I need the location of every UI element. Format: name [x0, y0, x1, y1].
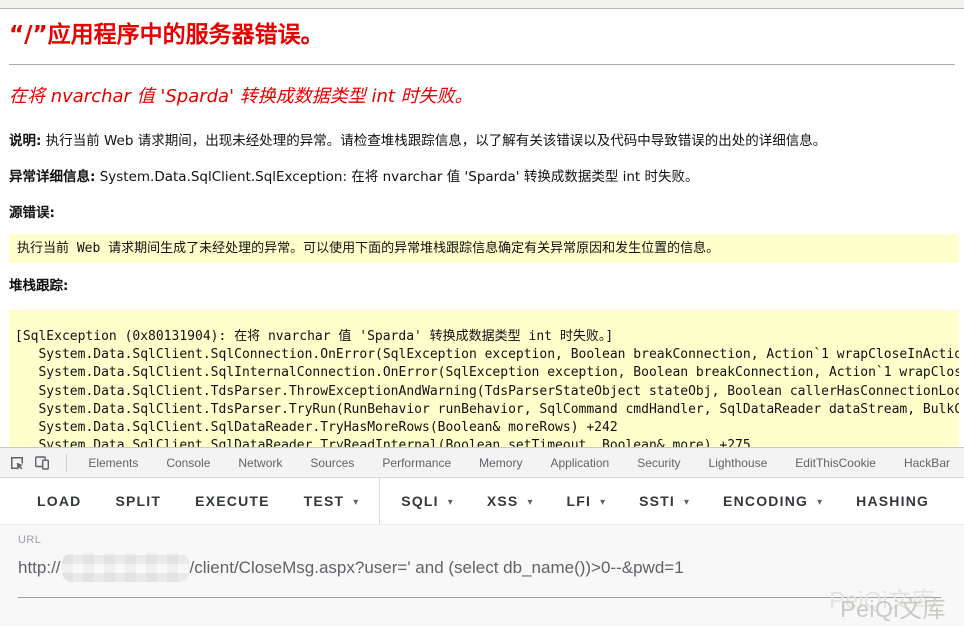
description-text: 执行当前 Web 请求期间，出现未经处理的异常。请检查堆栈跟踪信息，以了解有关该… [41, 133, 826, 149]
toolbar-separator [66, 454, 67, 472]
tab-application[interactable]: Application [536, 448, 623, 478]
watermark-text: PeiQi文库 [829, 581, 935, 615]
tab-hackbar[interactable]: HackBar [890, 448, 964, 478]
tab-security[interactable]: Security [623, 448, 694, 478]
chevron-down-icon: ▾ [527, 497, 532, 508]
split-button[interactable]: SPLIT [115, 493, 161, 509]
exception-details-label: 异常详细信息: [9, 169, 95, 185]
tab-editthiscookie[interactable]: EditThisCookie [781, 448, 890, 478]
watermark-text: PeiQi文库 [840, 590, 946, 624]
browser-chrome-edge [0, 0, 964, 9]
devtools-tab-bar: Elements Console Network Sources Perform… [0, 448, 964, 478]
chevron-down-icon: ▾ [600, 497, 605, 508]
exception-message: 在将 nvarchar 值 'Sparda' 转换成数据类型 int 时失败。 [9, 86, 955, 108]
execute-button[interactable]: EXECUTE [195, 493, 270, 509]
chevron-down-icon: ▾ [448, 497, 453, 508]
encoding-menu-button[interactable]: ENCODING▾ [723, 493, 822, 509]
test-menu-button[interactable]: TEST▾ [304, 493, 359, 509]
stack-trace-line: System.Data.SqlClient.SqlDataReader.TryR… [15, 437, 953, 447]
inspect-element-icon[interactable] [8, 451, 27, 475]
stack-trace-line: System.Data.SqlClient.SqlDataReader.TryH… [15, 419, 953, 437]
exception-details-text: System.Data.SqlClient.SqlException: 在将 n… [95, 169, 698, 185]
chevron-down-icon: ▾ [684, 497, 689, 508]
xss-menu-button[interactable]: XSS▾ [487, 493, 533, 509]
chevron-down-icon: ▾ [817, 497, 822, 508]
lfi-menu-button[interactable]: LFI▾ [566, 493, 605, 509]
stack-trace-line: System.Data.SqlClient.SqlInternalConnect… [15, 364, 953, 382]
description-paragraph: 说明: 执行当前 Web 请求期间，出现未经处理的异常。请检查堆栈跟踪信息，以了… [9, 133, 955, 150]
tab-sources[interactable]: Sources [296, 448, 368, 478]
stack-trace-line: [SqlException (0x80131904): 在将 nvarchar … [15, 328, 953, 346]
stack-trace-line: System.Data.SqlClient.SqlConnection.OnEr… [15, 346, 953, 364]
sqli-menu-button[interactable]: SQLI▾ [401, 493, 453, 509]
devtools-panel: Elements Console Network Sources Perform… [0, 447, 964, 626]
exception-details-paragraph: 异常详细信息: System.Data.SqlClient.SqlExcepti… [9, 169, 955, 186]
source-error-heading: 源错误: [9, 205, 955, 222]
hackbar-toolbar: LOAD SPLIT EXECUTE TEST▾ SQLI▾ XSS▾ LFI▾… [0, 478, 964, 525]
tab-network[interactable]: Network [224, 448, 296, 478]
divider [9, 64, 955, 65]
hackbar-url-panel: URL http:// /client/CloseMsg.aspx?user=' … [0, 525, 964, 626]
url-input[interactable]: http:// /client/CloseMsg.aspx?user=' and … [18, 553, 964, 582]
url-field-label: URL [18, 534, 964, 546]
device-toolbar-icon[interactable] [33, 451, 52, 475]
stack-trace-line: System.Data.SqlClient.TdsParser.ThrowExc… [15, 383, 953, 401]
page-title: “/”应用程序中的服务器错误。 [9, 21, 955, 49]
tab-performance[interactable]: Performance [368, 448, 465, 478]
stack-trace-line: System.Data.SqlClient.TdsParser.TryRun(R… [15, 401, 953, 419]
ssti-menu-button[interactable]: SSTI▾ [639, 493, 689, 509]
input-underline [18, 597, 941, 598]
stack-trace-heading: 堆栈跟踪: [9, 278, 955, 295]
hackbar-separator [379, 478, 380, 525]
tab-elements[interactable]: Elements [74, 448, 152, 478]
device-toolbar-glyph [34, 455, 50, 471]
url-suffix-text: /client/CloseMsg.aspx?user=' and (select… [190, 558, 684, 578]
tab-console[interactable]: Console [152, 448, 224, 478]
stack-trace-box: [SqlException (0x80131904): 在将 nvarchar … [9, 310, 959, 447]
aspnet-error-page: “/”应用程序中的服务器错误。 在将 nvarchar 值 'Sparda' 转… [0, 10, 964, 447]
description-label: 说明: [9, 133, 41, 149]
url-prefix-text: http:// [18, 558, 61, 578]
inspect-element-glyph [9, 455, 25, 471]
source-error-box: 执行当前 Web 请求期间生成了未经处理的异常。可以使用下面的异常堆栈跟踪信息确… [9, 234, 959, 263]
chevron-down-icon: ▾ [353, 497, 358, 508]
load-button[interactable]: LOAD [37, 493, 81, 509]
redacted-host-blur [62, 553, 189, 582]
hashing-menu-button[interactable]: HASHING [856, 493, 929, 509]
tab-memory[interactable]: Memory [465, 448, 536, 478]
tab-lighthouse[interactable]: Lighthouse [695, 448, 782, 478]
